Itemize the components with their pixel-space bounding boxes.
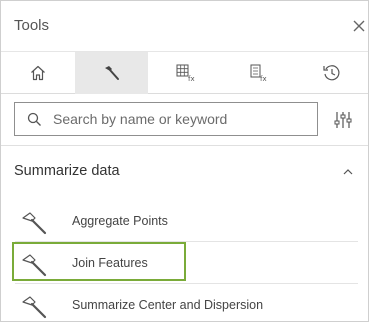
section-divider <box>1 145 368 146</box>
hammer-icon <box>22 212 47 235</box>
close-icon[interactable] <box>351 16 367 34</box>
search-input[interactable] <box>53 103 313 135</box>
tab-history[interactable] <box>295 52 368 94</box>
section-title: Summarize data <box>14 163 120 179</box>
tab-list-functions[interactable]: fx <box>222 52 295 94</box>
tools-panel: Tools fx fx Search by name or keyword Su… <box>0 0 369 322</box>
tool-label: Aggregate Points <box>72 214 168 228</box>
table-function-icon: fx <box>176 64 195 83</box>
search-box <box>14 102 318 136</box>
tab-tools[interactable] <box>75 52 148 94</box>
history-icon <box>322 65 339 81</box>
tool-summarize-center-dispersion[interactable]: Summarize Center and Dispersion <box>1 284 368 321</box>
panel-header: Tools <box>1 1 368 51</box>
tab-home[interactable] <box>1 52 74 94</box>
filter-settings-icon[interactable] <box>334 110 352 135</box>
highlight-box <box>12 242 186 281</box>
hammer-icon <box>104 66 119 80</box>
home-icon <box>30 65 45 81</box>
chevron-up-icon[interactable] <box>342 167 354 177</box>
tool-aggregate-points[interactable]: Aggregate Points <box>1 200 368 242</box>
search-icon <box>27 112 41 126</box>
svg-text:fx: fx <box>260 75 267 83</box>
svg-text:fx: fx <box>188 75 195 83</box>
list-function-icon: fx <box>250 64 267 83</box>
tab-bar: fx fx <box>1 51 368 94</box>
section-summarize-data[interactable]: Summarize data <box>1 151 368 193</box>
hammer-icon <box>22 296 47 319</box>
tool-label: Summarize Center and Dispersion <box>72 298 264 312</box>
search-row <box>1 94 368 146</box>
tab-table-functions[interactable]: fx <box>149 52 222 94</box>
panel-title: Tools <box>14 17 50 34</box>
